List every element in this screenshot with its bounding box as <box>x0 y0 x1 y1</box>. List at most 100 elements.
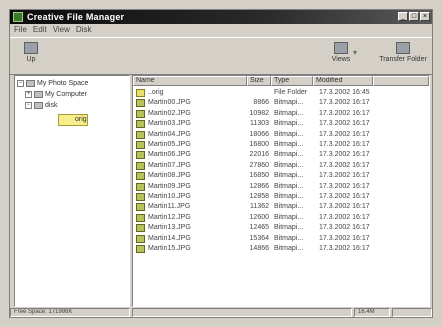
file-modified: 17.3.2002 16:17 <box>319 182 370 190</box>
image-file-icon <box>136 109 145 118</box>
file-size: 27860 <box>249 161 269 169</box>
file-list[interactable]: Name Size Type Modified ..orig File Folde… <box>132 75 430 307</box>
collapse-icon[interactable]: − <box>17 79 24 87</box>
file-name-cell: Martin12.JPG <box>133 213 247 223</box>
file-manager-window: Creative File Manager _ □ × File Edit Vi… <box>9 9 433 318</box>
column-header-size[interactable]: Size <box>247 76 271 86</box>
file-name: Martin07.JPG <box>148 161 191 169</box>
column-header-type[interactable]: Type <box>271 76 313 86</box>
table-row[interactable]: Martin05.JPG 16800 Bitmapi... 17.3.2002 16:… <box>133 140 379 150</box>
file-name-cell: Martin02.JPG <box>133 109 247 119</box>
views-button-label: Views <box>331 56 351 63</box>
menu-disk[interactable]: Disk <box>76 24 92 36</box>
menu-file[interactable]: File <box>14 24 27 36</box>
file-type: Bitmapi... <box>274 109 304 117</box>
tree-item-orig[interactable]: orig <box>58 114 88 126</box>
tree-item-disk[interactable]: − disk <box>25 101 57 111</box>
collapse-icon[interactable]: − <box>25 101 32 109</box>
file-name: Martin09.JPG <box>148 182 191 190</box>
file-size: 12600 <box>249 213 269 221</box>
file-size: 10982 <box>249 109 269 117</box>
file-name: Martin15.JPG <box>148 245 191 252</box>
title-bar[interactable]: Creative File Manager _ □ × <box>10 10 432 24</box>
table-row[interactable]: Martin13.JPG 12465 Bitmapi... 17.3.2002 16:… <box>133 223 379 233</box>
file-type: Bitmapi... <box>274 234 304 242</box>
file-modified: 17.3.2002 16:17 <box>319 213 370 221</box>
table-row[interactable]: Martin12.JPG 12600 Bitmapi... 17.3.2002 16:… <box>133 213 379 223</box>
status-middle <box>132 308 352 317</box>
file-size: 22016 <box>249 151 269 159</box>
file-modified: 17.3.2002 16:17 <box>319 161 370 169</box>
expand-icon[interactable]: + <box>25 90 32 98</box>
file-size: 12465 <box>249 224 269 232</box>
file-name-cell: ..orig <box>133 88 247 98</box>
file-name: Martin13.JPG <box>148 224 191 232</box>
table-row[interactable]: Martin04.JPG 18066 Bitmapi... 17.3.2002 16:… <box>133 130 379 140</box>
close-icon[interactable]: × <box>420 12 430 21</box>
file-size: 18066 <box>249 130 269 138</box>
table-row[interactable]: Martin07.JPG 27860 Bitmapi... 17.3.2002 16:… <box>133 161 379 171</box>
image-file-icon <box>136 203 145 212</box>
table-row[interactable]: Martin15.JPG 14866 Bitmapi... 17.3.2002 16:… <box>133 244 379 254</box>
column-header-modified[interactable]: Modified <box>313 76 373 86</box>
table-row[interactable]: Martin03.JPG 11303 Bitmapi... 17.3.2002 16:… <box>133 119 379 129</box>
file-type: Bitmapi... <box>274 141 304 148</box>
maximize-icon[interactable]: □ <box>409 12 419 21</box>
file-name: Martin14.JPG <box>148 234 191 242</box>
folder-tree[interactable]: − My Photo Space + My Computer − disk orig <box>14 75 130 307</box>
table-row[interactable]: Martin08.JPG 16850 Bitmapi... 17.3.2002 16:… <box>133 171 379 181</box>
file-name-cell: Martin15.JPG <box>133 244 247 254</box>
table-row[interactable]: Martin11.JPG 11362 Bitmapi... 17.3.2002 16:… <box>133 202 379 212</box>
table-row[interactable]: Martin10.JPG 12858 Bitmapi... 17.3.2002 16:… <box>133 192 379 202</box>
transfer-folder-button[interactable]: Transfer Folder <box>376 42 430 63</box>
file-type: Bitmapi... <box>274 182 304 190</box>
menu-view[interactable]: View <box>53 24 70 36</box>
file-modified: 17.3.2002 16:17 <box>319 234 370 242</box>
file-modified: 17.3.2002 16:45 <box>319 89 370 96</box>
tree-item-root[interactable]: − My Photo Space <box>17 79 88 89</box>
file-name: Martin00.JPG <box>148 99 191 107</box>
toolbar: Up Views ▾ Transfer Folder <box>10 37 432 75</box>
table-row[interactable]: Martin09.JPG 12866 Bitmapi... 17.3.2002 16:… <box>133 182 379 192</box>
tree-item-computer[interactable]: + My Computer <box>25 90 87 100</box>
image-file-icon <box>136 120 145 129</box>
file-size: 8866 <box>253 99 269 107</box>
menu-edit[interactable]: Edit <box>33 24 47 36</box>
column-header-name[interactable]: Name <box>133 76 247 86</box>
file-size: 15364 <box>249 234 269 242</box>
file-name: Martin02.JPG <box>148 109 191 117</box>
minimize-icon[interactable]: _ <box>398 12 408 21</box>
file-name: Martin12.JPG <box>148 213 191 221</box>
dropdown-arrow-icon[interactable]: ▾ <box>353 48 361 57</box>
file-type: Bitmapi... <box>274 203 304 211</box>
file-name-cell: Martin00.JPG <box>133 98 247 108</box>
list-header: Name Size Type Modified <box>133 76 429 86</box>
image-file-icon <box>136 224 145 233</box>
up-button[interactable]: Up <box>14 42 48 63</box>
table-row[interactable]: Martin00.JPG 8866 Bitmapi... 17.3.2002 16:1… <box>133 98 379 108</box>
file-modified: 17.3.2002 16:17 <box>319 109 370 117</box>
table-row[interactable]: Martin06.JPG 22016 Bitmapi... 17.3.2002 16:… <box>133 150 379 160</box>
file-type: Bitmapi... <box>274 172 304 180</box>
file-type: Bitmapi... <box>274 193 304 200</box>
file-modified: 17.3.2002 16:17 <box>319 172 370 180</box>
file-size: 16800 <box>249 141 269 148</box>
file-size <box>247 88 271 98</box>
window-title: Creative File Manager <box>27 12 125 22</box>
file-size: 12866 <box>249 182 269 190</box>
file-name: Martin03.JPG <box>148 120 191 128</box>
file-type: File Folder <box>274 89 308 96</box>
file-name-cell: Martin04.JPG <box>133 130 247 140</box>
file-name-cell: Martin10.JPG <box>133 192 247 202</box>
file-type: Bitmapi... <box>274 213 304 221</box>
file-name-cell: Martin13.JPG <box>133 223 247 233</box>
status-free-space: Free Space: 171986K <box>10 308 130 317</box>
column-header-spacer <box>373 76 429 86</box>
file-name: Martin06.JPG <box>148 151 191 159</box>
table-row[interactable]: Martin14.JPG 15364 Bitmapi... 17.3.2002 16:… <box>133 234 379 244</box>
file-name-cell: Martin08.JPG <box>133 171 247 181</box>
table-row[interactable]: ..orig File Folder 17.3.2002 16:45 <box>133 88 379 98</box>
file-modified: 17.3.2002 16:17 <box>319 120 370 128</box>
table-row[interactable]: Martin02.JPG 10982 Bitmapi... 17.3.2002 16:… <box>133 109 379 119</box>
file-modified: 17.3.2002 16:17 <box>319 224 370 232</box>
